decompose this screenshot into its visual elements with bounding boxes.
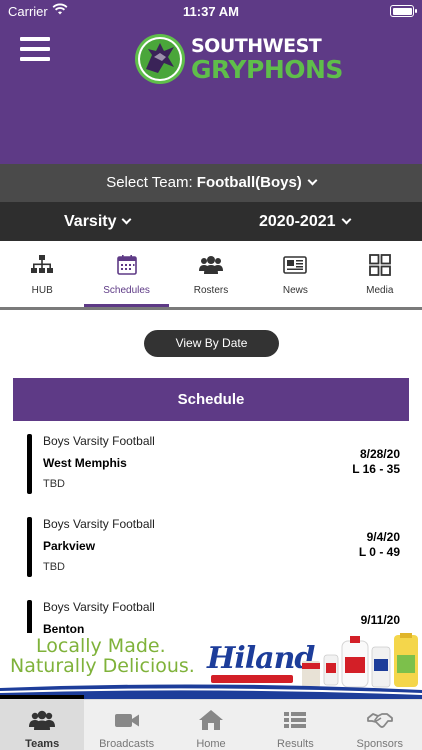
gryphon-logo-icon bbox=[135, 34, 185, 84]
level-selector[interactable]: Varsity bbox=[64, 202, 132, 241]
calendar-icon bbox=[116, 255, 137, 275]
video-camera-icon bbox=[114, 714, 139, 727]
game-indicator-bar bbox=[27, 434, 32, 494]
tab-label: Rosters bbox=[193, 285, 229, 296]
view-by-date-button[interactable]: View By Date bbox=[144, 330, 279, 357]
sponsor-ad-banner[interactable]: Locally Made. Naturally Delicious. Hilan… bbox=[0, 633, 422, 699]
nav-results[interactable]: Results bbox=[253, 700, 337, 750]
tab-media[interactable]: Media bbox=[338, 241, 422, 307]
chevron-down-icon bbox=[122, 214, 132, 225]
hamburger-menu-icon[interactable] bbox=[20, 37, 50, 61]
schedule-list[interactable]: Boys Varsity Football West Memphis TBD 8… bbox=[0, 421, 422, 633]
bottom-navigation: Teams Broadcasts Home Results Sponsors bbox=[0, 699, 422, 750]
list-item[interactable]: Boys Varsity Football Benton 9/11/20 bbox=[0, 587, 422, 633]
list-icon bbox=[284, 712, 307, 728]
team-selector[interactable]: Select Team: Football(Boys) bbox=[0, 164, 422, 202]
brand-line1: SOUTHWEST bbox=[191, 35, 322, 57]
nav-label: Broadcasts bbox=[99, 738, 155, 750]
battery-icon bbox=[390, 5, 417, 17]
chevron-down-icon bbox=[341, 214, 351, 225]
schedule-header: Schedule bbox=[13, 378, 409, 421]
nav-label: Teams bbox=[25, 738, 60, 750]
hierarchy-icon bbox=[31, 255, 54, 273]
game-indicator-bar bbox=[27, 600, 32, 633]
nav-sponsors[interactable]: Sponsors bbox=[338, 700, 422, 750]
status-bar: Carrier 11:37 AM bbox=[0, 0, 422, 22]
tab-schedules[interactable]: Schedules bbox=[84, 241, 170, 307]
header: Carrier 11:37 AM SOUTHWEST GRYPHONS bbox=[0, 0, 422, 164]
brand-line2: GRYPHONS bbox=[191, 55, 343, 84]
home-icon bbox=[198, 710, 223, 730]
people-icon bbox=[198, 256, 223, 274]
list-item[interactable]: Boys Varsity Football West Memphis TBD 8… bbox=[0, 421, 422, 503]
tab-label: News bbox=[282, 285, 308, 296]
game-date: 8/28/20 bbox=[359, 447, 400, 461]
game-location: TBD bbox=[43, 478, 65, 490]
game-title: Boys Varsity Football bbox=[43, 434, 155, 448]
level-season-bar: Varsity 2020-2021 bbox=[0, 202, 422, 241]
tab-rosters[interactable]: Rosters bbox=[169, 241, 253, 307]
team-icon bbox=[29, 710, 56, 730]
school-logo: SOUTHWEST GRYPHONS bbox=[134, 31, 343, 87]
season-value: 2020-2021 bbox=[259, 213, 336, 230]
ad-tagline-line2: Naturally Delicious. bbox=[10, 655, 195, 677]
section-tabs: HUB Schedules Rosters News Media bbox=[0, 241, 422, 307]
game-date: 9/4/20 bbox=[366, 530, 400, 544]
chevron-down-icon bbox=[307, 175, 318, 186]
game-date: 9/11/20 bbox=[360, 613, 400, 627]
grid-icon bbox=[368, 254, 391, 276]
game-location: TBD bbox=[43, 561, 65, 573]
app-root: Carrier 11:37 AM SOUTHWEST GRYPHONS Sele… bbox=[0, 0, 422, 750]
team-select-value: Football(Boys) bbox=[196, 174, 302, 191]
tabs-divider bbox=[0, 307, 422, 310]
level-value: Varsity bbox=[64, 213, 117, 230]
tab-hub[interactable]: HUB bbox=[0, 241, 84, 307]
game-title: Boys Varsity Football bbox=[43, 517, 155, 531]
tab-label: Media bbox=[366, 285, 394, 296]
status-time: 11:37 AM bbox=[183, 4, 239, 19]
game-indicator-bar bbox=[27, 517, 32, 577]
game-opponent: Benton bbox=[43, 622, 85, 633]
team-select-prefix: Select Team: bbox=[106, 174, 193, 191]
game-result: L 16 - 35 bbox=[352, 462, 400, 476]
newspaper-icon bbox=[283, 256, 308, 274]
handshake-icon bbox=[366, 713, 393, 728]
tab-label: Schedules bbox=[103, 285, 150, 296]
game-result: L 0 - 49 bbox=[358, 545, 400, 559]
game-opponent: West Memphis bbox=[43, 456, 127, 470]
ad-brand-logo: Hiland bbox=[207, 639, 315, 685]
ad-tagline-line1: Locally Made. bbox=[36, 635, 166, 657]
ad-brand-name: Hiland bbox=[207, 641, 315, 676]
season-selector[interactable]: 2020-2021 bbox=[259, 202, 351, 241]
tab-label: HUB bbox=[31, 285, 53, 296]
game-opponent: Parkview bbox=[43, 539, 96, 553]
nav-label: Sponsors bbox=[356, 738, 404, 750]
nav-label: Results bbox=[277, 738, 314, 750]
nav-teams[interactable]: Teams bbox=[0, 700, 85, 750]
game-title: Boys Varsity Football bbox=[43, 600, 155, 614]
tab-news[interactable]: News bbox=[253, 241, 337, 307]
nav-broadcasts[interactable]: Broadcasts bbox=[84, 700, 168, 750]
list-item[interactable]: Boys Varsity Football Parkview TBD 9/4/2… bbox=[0, 504, 422, 586]
nav-label: Home bbox=[196, 738, 226, 750]
nav-home[interactable]: Home bbox=[169, 700, 253, 750]
